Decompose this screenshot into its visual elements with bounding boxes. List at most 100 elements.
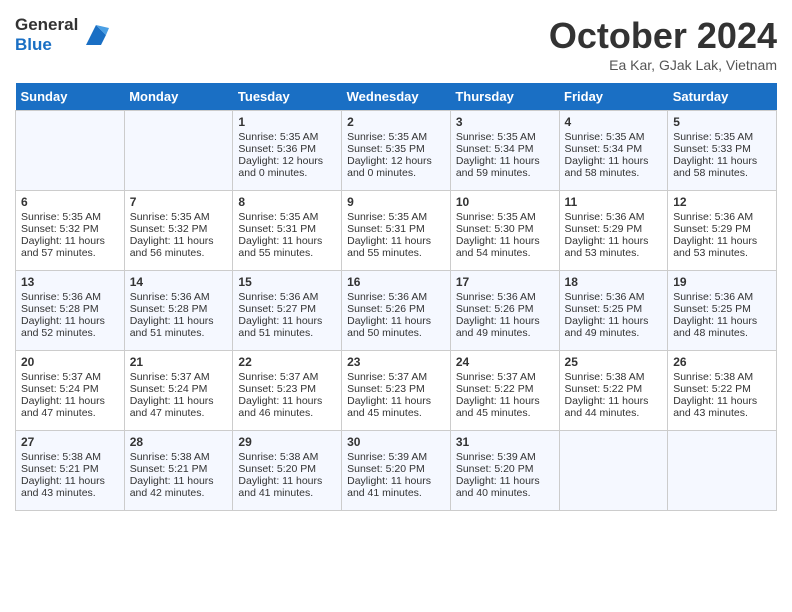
calendar-cell: 8Sunrise: 5:35 AMSunset: 5:31 PMDaylight… bbox=[233, 191, 342, 271]
calendar-cell: 12 Sunrise: 5:36 AMSunset: 5:29 PMDayligh… bbox=[668, 191, 777, 271]
day-info: Sunrise: 5:35 AM bbox=[456, 131, 554, 143]
day-info: Sunrise: 5:37 AM bbox=[347, 371, 445, 383]
calendar-cell: 23Sunrise: 5:37 AMSunset: 5:23 PMDayligh… bbox=[342, 351, 451, 431]
day-info: Sunset: 5:29 PM bbox=[673, 223, 771, 235]
day-info: Sunset: 5:32 PM bbox=[21, 223, 119, 235]
day-info: Daylight: 11 hours bbox=[130, 315, 228, 327]
day-info: Daylight: 11 hours bbox=[21, 315, 119, 327]
day-info: Sunrise: 5:38 AM bbox=[565, 371, 663, 383]
day-info: Sunrise: 5:37 AM bbox=[238, 371, 336, 383]
calendar-cell bbox=[16, 111, 125, 191]
weekday-header-tuesday: Tuesday bbox=[233, 83, 342, 111]
day-info: and 58 minutes. bbox=[565, 167, 663, 179]
day-info: Daylight: 11 hours bbox=[21, 395, 119, 407]
day-info: and 44 minutes. bbox=[565, 407, 663, 419]
calendar-cell: 4Sunrise: 5:35 AMSunset: 5:34 PMDaylight… bbox=[559, 111, 668, 191]
day-info: Daylight: 11 hours bbox=[456, 395, 554, 407]
logo-icon bbox=[81, 20, 111, 50]
day-info: Daylight: 11 hours bbox=[238, 235, 336, 247]
day-number: 25 bbox=[565, 355, 663, 369]
day-info: Sunset: 5:28 PM bbox=[130, 303, 228, 315]
day-info: Daylight: 11 hours bbox=[21, 235, 119, 247]
day-info: and 54 minutes. bbox=[456, 247, 554, 259]
day-info: Sunset: 5:21 PM bbox=[130, 463, 228, 475]
day-info: Sunrise: 5:37 AM bbox=[456, 371, 554, 383]
logo-text: General Blue bbox=[15, 15, 111, 56]
day-info: Sunrise: 5:35 AM bbox=[673, 131, 771, 143]
calendar-cell: 3Sunrise: 5:35 AMSunset: 5:34 PMDaylight… bbox=[450, 111, 559, 191]
calendar-cell: 6Sunrise: 5:35 AMSunset: 5:32 PMDaylight… bbox=[16, 191, 125, 271]
day-info: and 47 minutes. bbox=[21, 407, 119, 419]
day-number: 28 bbox=[130, 435, 228, 449]
day-info: Sunrise: 5:39 AM bbox=[456, 451, 554, 463]
day-info: and 41 minutes. bbox=[238, 487, 336, 499]
day-number: 5 bbox=[673, 115, 771, 129]
day-info: and 0 minutes. bbox=[238, 167, 336, 179]
day-info: Daylight: 11 hours bbox=[238, 475, 336, 487]
calendar-cell: 10Sunrise: 5:35 AMSunset: 5:30 PMDayligh… bbox=[450, 191, 559, 271]
day-number: 13 bbox=[21, 275, 119, 289]
day-number: 21 bbox=[130, 355, 228, 369]
calendar-week-2: 6Sunrise: 5:35 AMSunset: 5:32 PMDaylight… bbox=[16, 191, 777, 271]
day-info: and 55 minutes. bbox=[347, 247, 445, 259]
day-number: 19 bbox=[673, 275, 771, 289]
day-number: 26 bbox=[673, 355, 771, 369]
calendar-week-1: 1Sunrise: 5:35 AMSunset: 5:36 PMDaylight… bbox=[16, 111, 777, 191]
day-number: 29 bbox=[238, 435, 336, 449]
day-info: and 52 minutes. bbox=[21, 327, 119, 339]
day-info: Sunset: 5:26 PM bbox=[347, 303, 445, 315]
calendar-cell bbox=[124, 111, 233, 191]
calendar-cell: 31Sunrise: 5:39 AMSunset: 5:20 PMDayligh… bbox=[450, 431, 559, 511]
day-info: and 53 minutes. bbox=[673, 247, 771, 259]
day-info: and 59 minutes. bbox=[456, 167, 554, 179]
day-info: Sunrise: 5:35 AM bbox=[130, 211, 228, 223]
day-info: Daylight: 11 hours bbox=[673, 155, 771, 167]
day-info: Daylight: 11 hours bbox=[456, 235, 554, 247]
day-info: Daylight: 11 hours bbox=[565, 235, 663, 247]
day-number: 1 bbox=[238, 115, 336, 129]
calendar-cell: 24Sunrise: 5:37 AMSunset: 5:22 PMDayligh… bbox=[450, 351, 559, 431]
day-info: and 48 minutes. bbox=[673, 327, 771, 339]
day-info: Sunrise: 5:36 AM bbox=[238, 291, 336, 303]
day-number: 20 bbox=[21, 355, 119, 369]
day-info: and 43 minutes. bbox=[21, 487, 119, 499]
day-number: 18 bbox=[565, 275, 663, 289]
calendar-cell: 2Sunrise: 5:35 AMSunset: 5:35 PMDaylight… bbox=[342, 111, 451, 191]
day-info: Sunset: 5:23 PM bbox=[238, 383, 336, 395]
day-info: Sunset: 5:25 PM bbox=[673, 303, 771, 315]
logo-blue: Blue bbox=[15, 35, 78, 55]
weekday-header-saturday: Saturday bbox=[668, 83, 777, 111]
calendar-cell: 26Sunrise: 5:38 AMSunset: 5:22 PMDayligh… bbox=[668, 351, 777, 431]
day-info: Sunrise: 5:36 AM bbox=[673, 211, 771, 223]
day-info: and 49 minutes. bbox=[456, 327, 554, 339]
day-info: and 55 minutes. bbox=[238, 247, 336, 259]
day-info: and 45 minutes. bbox=[456, 407, 554, 419]
day-info: and 47 minutes. bbox=[130, 407, 228, 419]
day-info: Daylight: 11 hours bbox=[673, 395, 771, 407]
logo-general: General bbox=[15, 15, 78, 35]
day-info: Sunrise: 5:36 AM bbox=[565, 291, 663, 303]
weekday-header-friday: Friday bbox=[559, 83, 668, 111]
day-number: 10 bbox=[456, 195, 554, 209]
calendar-week-5: 27Sunrise: 5:38 AMSunset: 5:21 PMDayligh… bbox=[16, 431, 777, 511]
day-number: 12 bbox=[673, 195, 771, 209]
day-info: and 51 minutes. bbox=[238, 327, 336, 339]
day-info: Sunrise: 5:38 AM bbox=[21, 451, 119, 463]
day-info: Sunset: 5:32 PM bbox=[130, 223, 228, 235]
day-info: Sunset: 5:23 PM bbox=[347, 383, 445, 395]
weekday-header-sunday: Sunday bbox=[16, 83, 125, 111]
day-info: Daylight: 11 hours bbox=[347, 395, 445, 407]
calendar-cell: 14Sunrise: 5:36 AMSunset: 5:28 PMDayligh… bbox=[124, 271, 233, 351]
day-info: Daylight: 11 hours bbox=[238, 395, 336, 407]
calendar-table: SundayMondayTuesdayWednesdayThursdayFrid… bbox=[15, 83, 777, 511]
day-info: and 45 minutes. bbox=[347, 407, 445, 419]
day-info: Sunrise: 5:35 AM bbox=[238, 131, 336, 143]
day-info: Daylight: 11 hours bbox=[347, 315, 445, 327]
day-info: Sunrise: 5:39 AM bbox=[347, 451, 445, 463]
day-info: Sunrise: 5:36 AM bbox=[21, 291, 119, 303]
title-block: October 2024 Ea Kar, GJak Lak, Vietnam bbox=[549, 15, 777, 73]
day-info: and 0 minutes. bbox=[347, 167, 445, 179]
day-info: Daylight: 11 hours bbox=[673, 235, 771, 247]
weekday-header-monday: Monday bbox=[124, 83, 233, 111]
page-header: General Blue October 2024 Ea Kar, GJak L… bbox=[15, 15, 777, 73]
